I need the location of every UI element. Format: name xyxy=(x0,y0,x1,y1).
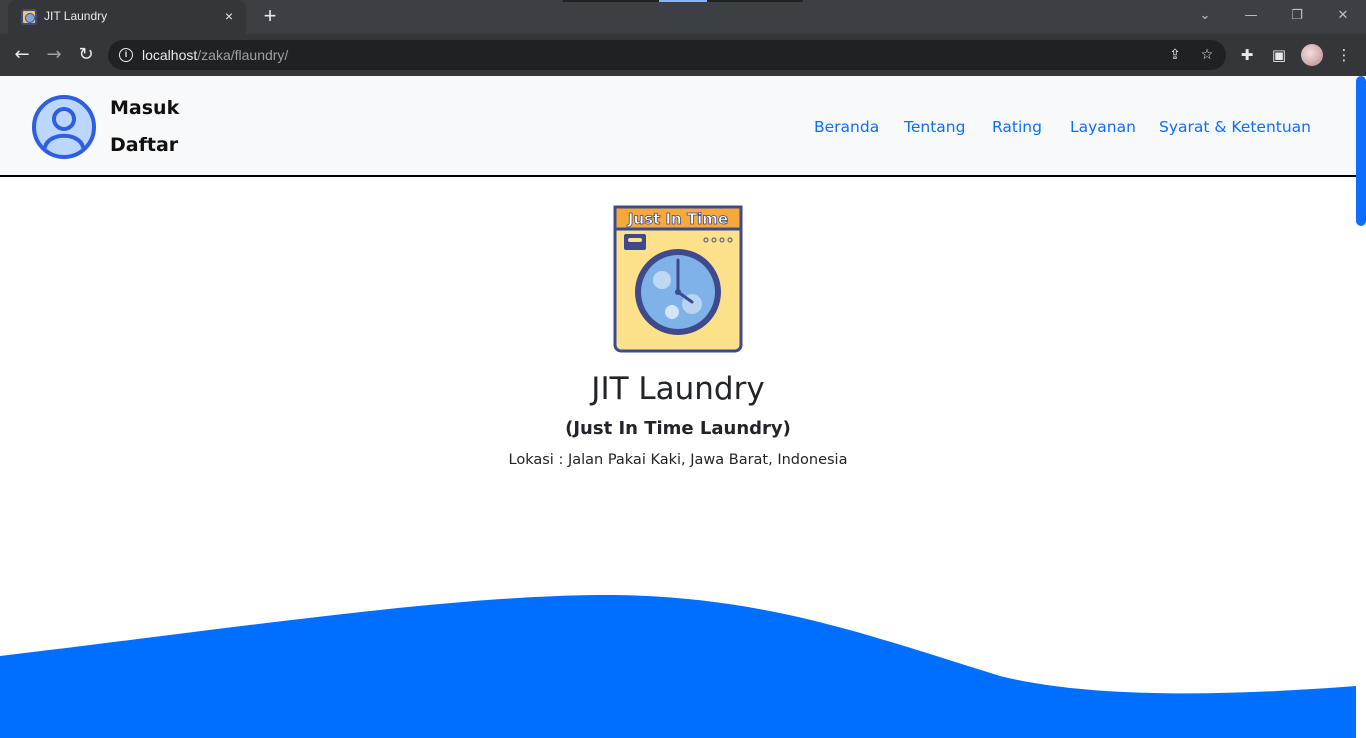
login-link[interactable]: Masuk xyxy=(110,97,179,119)
logo-text: Just In Time xyxy=(627,210,728,228)
site-location: Lokasi : Jalan Pakai Kaki, Jawa Barat, I… xyxy=(508,452,848,468)
tab-strip-indicator xyxy=(563,0,803,2)
nav-link-beranda[interactable]: Beranda xyxy=(814,118,879,136)
decorative-wave xyxy=(0,594,1356,738)
restore-icon[interactable]: ❐ xyxy=(1287,6,1307,26)
nav-link-tentang[interactable]: Tentang xyxy=(904,118,965,136)
reload-icon[interactable]: ↻ xyxy=(74,43,98,67)
nav-link-syarat[interactable]: Syarat & Ketentuan xyxy=(1159,118,1311,136)
favicon-icon xyxy=(21,9,37,25)
register-link[interactable]: Daftar xyxy=(110,134,178,156)
tab-title: JIT Laundry xyxy=(44,9,108,23)
nav-link-layanan[interactable]: Layanan xyxy=(1070,118,1136,136)
browser-toolbar: ← → ↻ i localhost/zaka/flaundry/ ⇪ ☆ ✚ ▣… xyxy=(0,34,1366,76)
laundry-logo: Just In Time xyxy=(613,205,743,353)
share-icon[interactable]: ⇪ xyxy=(1166,46,1184,64)
forward-arrow-icon[interactable]: → xyxy=(42,43,66,67)
browser-tab-strip: JIT Laundry × + ⌄ — ❐ ✕ xyxy=(0,0,1366,34)
url-path: /zaka/flaundry/ xyxy=(197,47,289,63)
tab-search-icon[interactable]: ⌄ xyxy=(1195,6,1215,26)
profile-avatar[interactable] xyxy=(1301,44,1323,66)
back-arrow-icon[interactable]: ← xyxy=(10,43,34,67)
browser-tab[interactable]: JIT Laundry × xyxy=(8,0,246,34)
url-text[interactable]: localhost/zaka/flaundry/ xyxy=(142,47,288,63)
nav-link-rating[interactable]: Rating xyxy=(992,118,1042,136)
star-icon[interactable]: ☆ xyxy=(1198,46,1216,64)
address-bar[interactable]: i localhost/zaka/flaundry/ ⇪ ☆ xyxy=(108,40,1226,70)
url-host: localhost xyxy=(142,47,198,63)
tab-close-icon[interactable]: × xyxy=(220,7,238,25)
puzzle-icon[interactable]: ✚ xyxy=(1237,45,1257,65)
kebab-menu-icon[interactable]: ⋮ xyxy=(1334,45,1354,65)
user-icon[interactable] xyxy=(31,94,97,160)
side-panel-icon[interactable]: ▣ xyxy=(1269,45,1289,65)
site-navbar: Masuk Daftar Beranda Tentang Rating Laya… xyxy=(0,76,1356,177)
site-title: JIT Laundry xyxy=(591,371,765,407)
web-page: Masuk Daftar Beranda Tentang Rating Laya… xyxy=(0,76,1366,738)
new-tab-button[interactable]: + xyxy=(258,5,282,29)
minimize-icon[interactable]: — xyxy=(1241,6,1261,26)
close-window-icon[interactable]: ✕ xyxy=(1333,6,1353,26)
info-icon[interactable]: i xyxy=(119,48,133,62)
scrollbar-thumb[interactable] xyxy=(1356,76,1366,226)
site-subtitle: (Just In Time Laundry) xyxy=(565,418,791,439)
page-scrollbar[interactable] xyxy=(1356,76,1366,738)
